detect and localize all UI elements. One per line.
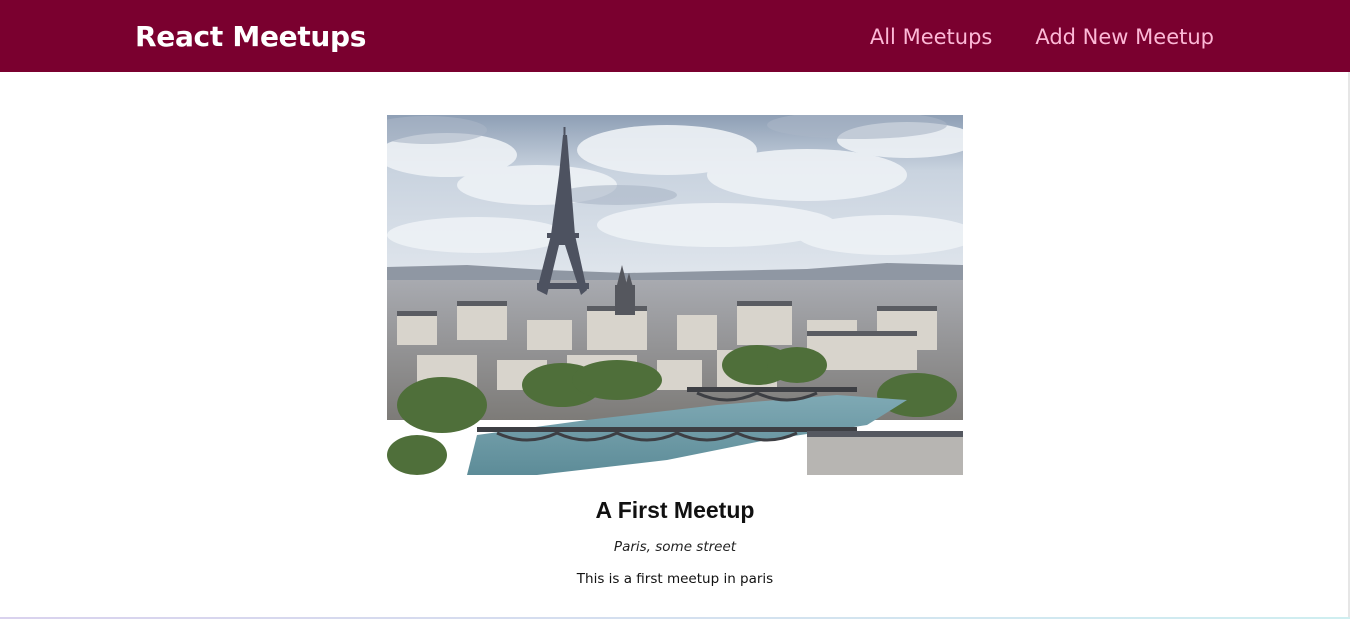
site-logo: React Meetups bbox=[135, 20, 367, 53]
main-navigation: All Meetups Add New Meetup bbox=[870, 22, 1214, 52]
meetup-title: A First Meetup bbox=[595, 497, 755, 523]
meetup-address: Paris, some street bbox=[613, 539, 737, 555]
meetup-card: A First Meetup Paris, some street This i… bbox=[387, 115, 963, 589]
nav-link-all-meetups[interactable]: All Meetups bbox=[870, 25, 992, 49]
meetup-card-content: A First Meetup Paris, some street This i… bbox=[387, 475, 963, 589]
nav-link-add-new-meetup[interactable]: Add New Meetup bbox=[1035, 25, 1214, 49]
main-header: React Meetups All Meetups Add New Meetup bbox=[0, 0, 1350, 72]
nav-item-add-new-meetup: Add New Meetup bbox=[1035, 22, 1214, 52]
nav-item-all-meetups: All Meetups bbox=[870, 22, 992, 52]
meetup-description: This is a first meetup in paris bbox=[576, 571, 774, 587]
meetup-image bbox=[387, 115, 963, 475]
